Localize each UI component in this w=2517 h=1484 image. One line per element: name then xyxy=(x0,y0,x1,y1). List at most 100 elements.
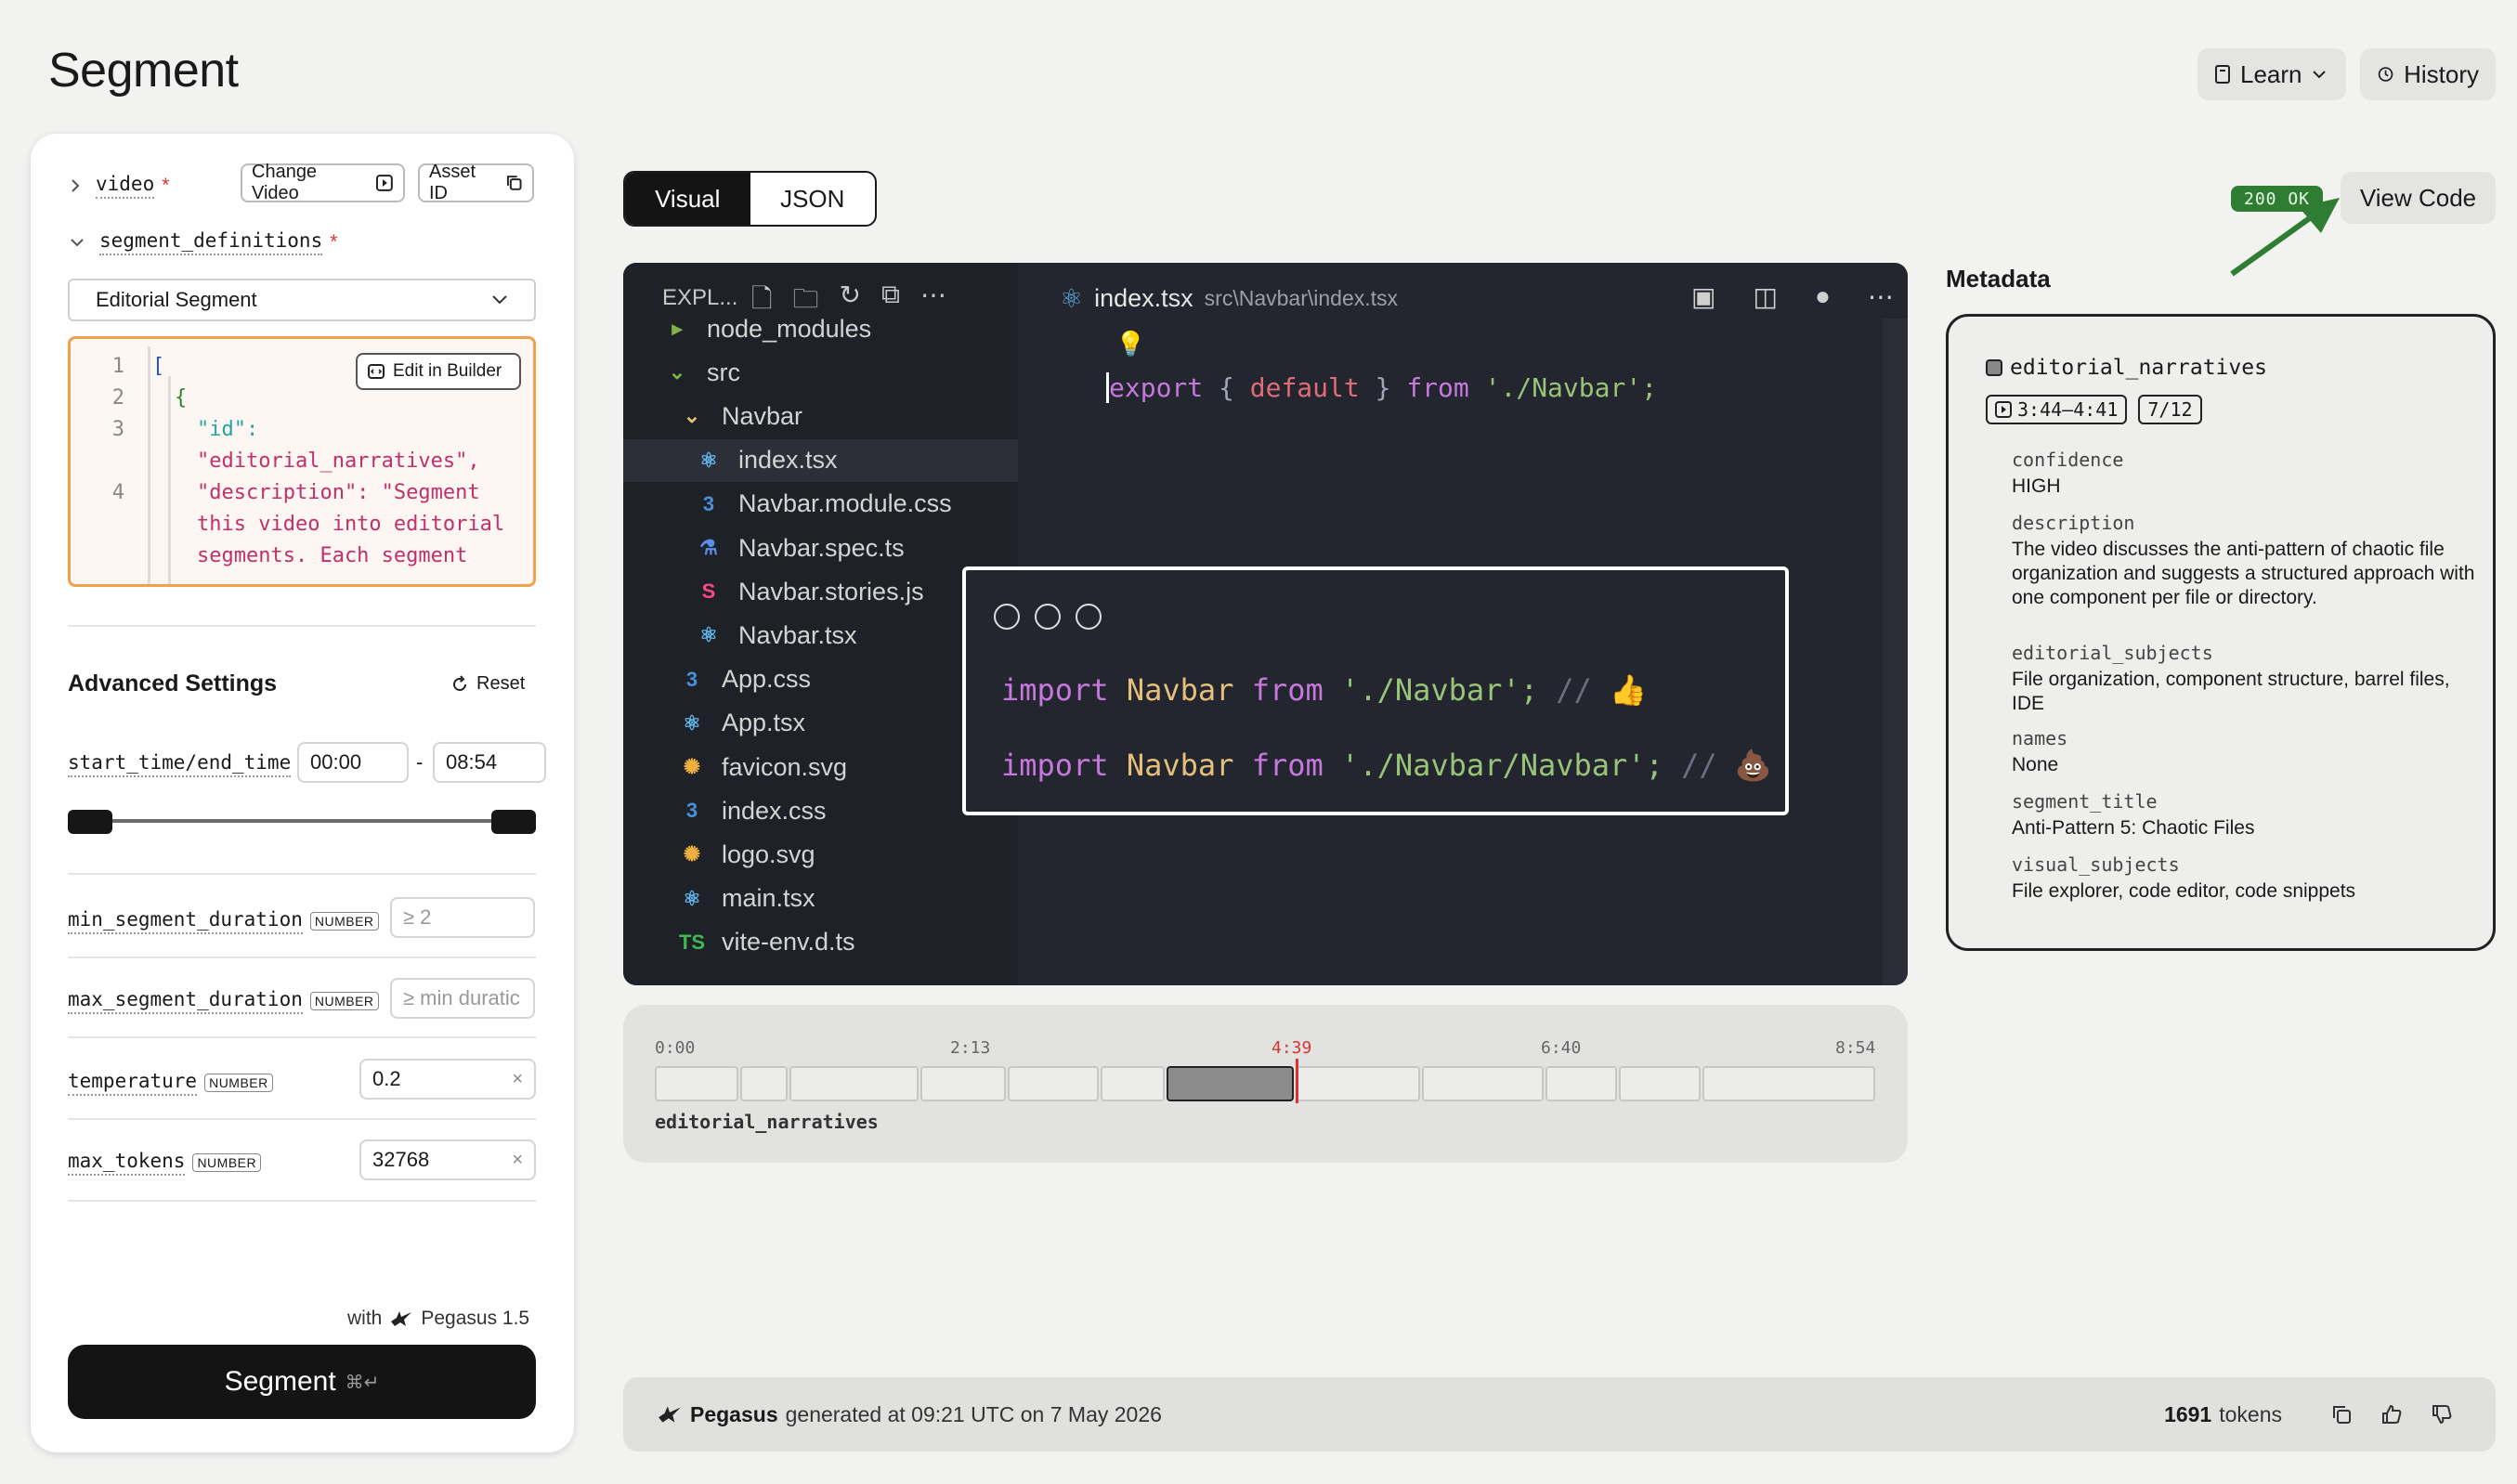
more-icon: ⋯ xyxy=(1867,282,1894,311)
history-icon xyxy=(2378,67,2393,82)
definition-code-editor[interactable]: 1[ 2{ 3 "id": "editorial_narratives", 4 "d… xyxy=(68,336,536,587)
file-tree-item[interactable]: 3 index.css xyxy=(623,789,1018,832)
timeline-segment[interactable] xyxy=(1008,1066,1100,1101)
reset-icon xyxy=(453,674,466,691)
code-comparison-popup: import Navbar from './Navbar'; // 👍 impo… xyxy=(962,566,1789,815)
timeline-segment[interactable] xyxy=(789,1066,919,1101)
file-name: Navbar.module.css xyxy=(738,489,952,518)
required-mark: * xyxy=(330,231,338,253)
max-tokens-input[interactable]: 32768 × xyxy=(359,1139,536,1180)
learn-button[interactable]: Learn xyxy=(2197,48,2346,100)
thumbs-down-icon[interactable] xyxy=(2431,1403,2453,1425)
file-tree-item[interactable]: ⌄ Navbar xyxy=(623,395,1018,437)
min-duration-row: min_segment_duration NUMBER xyxy=(68,908,379,934)
copy-icon[interactable] xyxy=(2330,1403,2353,1425)
indent-guide xyxy=(168,376,171,584)
file-tree-item[interactable]: ⚛ Navbar.tsx xyxy=(623,614,1018,657)
definition-select[interactable]: Editorial Segment xyxy=(68,279,536,321)
timeline-segment[interactable] xyxy=(740,1066,788,1101)
segment-submit-button[interactable]: Segment ⌘↵ xyxy=(68,1345,536,1419)
edit-in-builder-button[interactable]: Edit in Builder xyxy=(356,353,521,390)
model-caption: with Pegasus 1.5 xyxy=(347,1308,529,1330)
max-duration-label: max_segment_duration xyxy=(68,988,303,1014)
file-tree-item[interactable]: S Navbar.stories.js xyxy=(623,570,1018,613)
time-range-label: start_time/end_time xyxy=(68,751,292,777)
asset-id-button[interactable]: Asset ID xyxy=(418,162,534,203)
time-range-pill[interactable]: 3:44–4:41 xyxy=(1986,395,2128,424)
video-label: video xyxy=(96,173,155,199)
history-label: History xyxy=(2404,59,2479,88)
advanced-settings-title: Advanced Settings xyxy=(68,670,278,696)
max-duration-row: max_segment_duration NUMBER xyxy=(68,988,379,1014)
video-frame[interactable]: EXPL... 🗋 🗀 ↻ ⧉ ⋯ ▸ node_modules ⌄ src ⌄ Navb… xyxy=(623,263,1908,985)
divider xyxy=(68,1118,536,1120)
video-file-icon xyxy=(376,175,394,191)
video-field-row[interactable]: video * xyxy=(70,173,169,199)
max-duration-input[interactable]: ≥ min duratic xyxy=(390,978,535,1019)
file-tree-item[interactable]: ▸ node_modules xyxy=(623,307,1018,350)
editor-tab-path: src\Navbar\index.tsx xyxy=(1204,286,1399,310)
file-tree-item[interactable]: ⌄ src xyxy=(623,351,1018,394)
timeline-tick: 0:00 xyxy=(655,1038,696,1058)
window-dot-icon xyxy=(994,604,1020,630)
timeline-segment[interactable] xyxy=(1619,1066,1701,1101)
timeline-segment[interactable] xyxy=(1295,1066,1421,1101)
timeline-segment[interactable] xyxy=(1702,1066,1875,1101)
file-tree-item[interactable]: ✺ favicon.svg xyxy=(623,746,1018,788)
timeline-segment[interactable] xyxy=(655,1066,739,1101)
react-icon: ⚛ xyxy=(683,710,701,735)
temperature-input[interactable]: 0.2 × xyxy=(359,1059,536,1100)
min-duration-input[interactable]: ≥ 2 xyxy=(390,897,535,938)
divider xyxy=(68,873,536,875)
timeline-segment[interactable] xyxy=(919,1066,1007,1101)
segment-definitions-row[interactable]: segment_definitions * xyxy=(70,229,337,255)
css-icon: 3 xyxy=(702,491,715,515)
footer-actions xyxy=(2330,1403,2453,1425)
reset-button[interactable]: Reset xyxy=(450,673,525,695)
file-tree-item[interactable]: TS vite-env.d.ts xyxy=(623,921,1018,964)
file-tree-item[interactable]: ⚛ main.tsx xyxy=(623,878,1018,920)
file-tree-item[interactable]: 3 App.css xyxy=(623,658,1018,701)
segment-color-swatch xyxy=(1986,359,2002,376)
divider xyxy=(68,1200,536,1202)
file-tree-item[interactable]: ⚛ index.tsx xyxy=(623,438,1018,482)
temperature-label: temperature xyxy=(68,1070,198,1096)
metadata-key: names xyxy=(2012,727,2068,749)
editor-scrollbar[interactable] xyxy=(1883,319,1908,985)
playhead[interactable] xyxy=(1295,1059,1298,1103)
timeline-segment[interactable] xyxy=(1167,1066,1294,1101)
timeline-tick: 8:54 xyxy=(1835,1038,1876,1058)
history-button[interactable]: History xyxy=(2360,48,2496,100)
file-tree-item[interactable]: 3 Navbar.module.css xyxy=(623,483,1018,526)
clear-icon[interactable]: × xyxy=(512,1069,523,1090)
file-name: App.css xyxy=(722,665,812,694)
result-footer: Pegasus generated at 09:21 UTC on 7 May … xyxy=(623,1377,2496,1451)
timeline-segment[interactable] xyxy=(1101,1066,1166,1101)
timeline-segment[interactable] xyxy=(1422,1066,1545,1101)
segment-track[interactable] xyxy=(655,1066,1877,1101)
slider-end-handle[interactable] xyxy=(491,810,536,834)
file-tree-item[interactable]: ⚛ App.tsx xyxy=(623,702,1018,745)
popup-code-line-good: import Navbar from './Navbar'; // 👍 xyxy=(1001,672,1647,708)
divider xyxy=(68,625,536,627)
clear-icon[interactable]: × xyxy=(512,1150,523,1171)
end-time-input[interactable]: 08:54 xyxy=(433,742,546,783)
metadata-key: visual_subjects xyxy=(2012,853,2180,876)
tab-visual[interactable]: Visual xyxy=(625,173,750,225)
metadata-key: editorial_subjects xyxy=(2012,642,2213,664)
start-time-input[interactable]: 00:00 xyxy=(297,742,409,783)
timeline-segment[interactable] xyxy=(1545,1066,1618,1101)
play-icon xyxy=(1995,401,2012,418)
file-name: main.tsx xyxy=(722,884,815,913)
file-tree-item[interactable]: ✺ logo.svg xyxy=(623,833,1018,876)
thumbs-up-icon[interactable] xyxy=(2380,1403,2403,1425)
max-tokens-row: max_tokens NUMBER xyxy=(68,1150,262,1176)
change-video-button[interactable]: Change Video xyxy=(241,162,405,203)
slider-start-handle[interactable] xyxy=(68,810,112,834)
arrow-annotation xyxy=(2230,198,2340,277)
time-range-slider-track[interactable] xyxy=(89,819,516,823)
file-name: Navbar.spec.ts xyxy=(738,533,905,562)
file-tree-item[interactable]: ⚗ Navbar.spec.ts xyxy=(623,527,1018,569)
view-code-button[interactable]: View Code xyxy=(2341,172,2496,224)
tab-json[interactable]: JSON xyxy=(750,173,876,225)
